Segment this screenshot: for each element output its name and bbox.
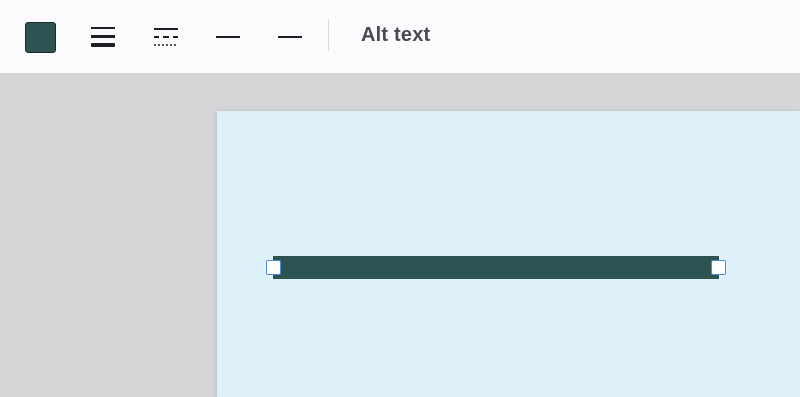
slide[interactable] bbox=[217, 111, 800, 397]
line-end-icon bbox=[278, 36, 302, 38]
line-color-button[interactable] bbox=[20, 17, 60, 57]
alt-text-button[interactable]: Alt text bbox=[361, 24, 430, 47]
line-dash-button[interactable] bbox=[146, 17, 186, 57]
line-dash-icon bbox=[154, 28, 178, 46]
line-color-swatch bbox=[24, 21, 56, 53]
line-bar[interactable] bbox=[273, 256, 719, 279]
line-format-toolbar: Alt text bbox=[0, 0, 800, 73]
line-weight-icon bbox=[91, 27, 115, 47]
selected-line-shape[interactable] bbox=[273, 256, 719, 279]
line-weight-button[interactable] bbox=[83, 17, 123, 57]
line-start-icon bbox=[216, 36, 240, 38]
line-start-button[interactable] bbox=[208, 17, 248, 57]
line-start-handle[interactable] bbox=[266, 260, 281, 275]
line-end-handle[interactable] bbox=[711, 260, 726, 275]
line-end-button[interactable] bbox=[270, 17, 310, 57]
toolbar-divider bbox=[328, 19, 329, 51]
